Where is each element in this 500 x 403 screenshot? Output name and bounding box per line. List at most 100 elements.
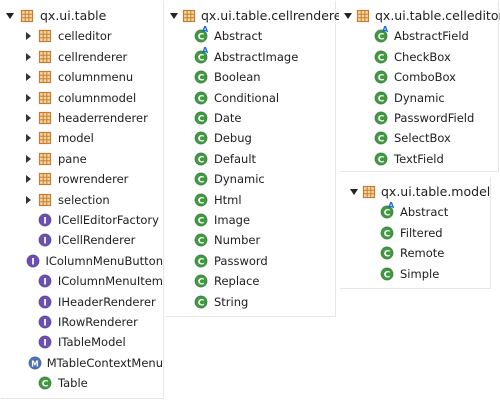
tree-item-icellrenderer[interactable]: I ICellRenderer	[0, 230, 163, 250]
expanded-arrow-icon[interactable]	[4, 10, 16, 22]
interface-icon: I	[37, 334, 53, 350]
tree-item-label: Remote	[400, 246, 445, 261]
class-icon: C	[193, 69, 209, 85]
tree-item-irowrenderer[interactable]: I IRowRenderer	[0, 312, 163, 332]
tree-item-label: Default	[214, 151, 257, 166]
tree-item-icelleditorfactory[interactable]: I ICellEditorFactory	[0, 210, 163, 230]
tree-item-passwordfield[interactable]: C PasswordField	[339, 108, 498, 128]
tree-item-label: Replace	[214, 274, 260, 289]
tree-item-columnmenu[interactable]: columnmenu	[0, 67, 163, 87]
class-icon: C	[373, 49, 389, 65]
tree-item-html[interactable]: C Html	[165, 190, 335, 210]
tree-item-pane[interactable]: pane	[0, 149, 163, 169]
tree-item-iheaderrenderer[interactable]: I IHeaderRenderer	[0, 292, 163, 312]
collapsed-arrow-icon[interactable]	[22, 132, 34, 144]
tree-item-password[interactable]: C Password	[165, 251, 335, 271]
collapsed-arrow-icon[interactable]	[22, 51, 34, 63]
abstract-class-icon: CA	[379, 202, 395, 220]
abstract-class-icon: CA	[193, 26, 209, 44]
tree-item-headerrenderer[interactable]: headerrenderer	[0, 108, 163, 128]
svg-text:C: C	[384, 249, 391, 259]
tree-item-abstractimage[interactable]: C A AbstractImage	[165, 46, 335, 67]
tree-item-abstractfield[interactable]: C A AbstractField	[339, 26, 498, 46]
tree-item-label: selection	[58, 192, 110, 207]
tree-item-rowrenderer[interactable]: rowrenderer	[0, 169, 163, 189]
tree-item-remote[interactable]: C Remote	[339, 243, 490, 263]
svg-text:C: C	[198, 277, 205, 287]
tree-item-celleditor[interactable]: celleditor	[0, 26, 163, 46]
tree-item-columnmodel[interactable]: columnmodel	[0, 88, 163, 108]
tree-item-string[interactable]: C String	[165, 292, 335, 312]
tree-header-row[interactable]: qx.ui.table.celleditor	[339, 6, 500, 26]
tree-item-label: pane	[58, 151, 87, 166]
tree-item-abstract[interactable]: C A Abstract	[339, 202, 490, 222]
tree-item-filtered[interactable]: C Filtered	[339, 223, 490, 243]
class-icon: C	[379, 245, 395, 261]
class-icon: C	[193, 171, 209, 187]
tree-item-selectbox[interactable]: C SelectBox	[339, 128, 498, 148]
collapsed-arrow-icon[interactable]	[22, 92, 34, 104]
tree-item-model[interactable]: model	[0, 128, 163, 148]
tree-item-mtablecontextmenu[interactable]: M MTableContextMenu	[0, 353, 163, 373]
package-icon	[37, 90, 53, 106]
tree-item-boolean[interactable]: C Boolean	[165, 67, 335, 87]
tree-item-selection[interactable]: selection	[0, 190, 163, 210]
tree-item-label: ComboBox	[394, 70, 456, 85]
tree-header-row[interactable]: qx.ui.table.cellrenderer	[165, 6, 347, 26]
package-icon	[37, 171, 53, 187]
tree-item-label: model	[58, 131, 94, 146]
tree-item-default[interactable]: C Default	[165, 149, 335, 169]
tree-item-debug[interactable]: C Debug	[165, 128, 335, 148]
tree-item-combobox[interactable]: C ComboBox	[339, 67, 498, 87]
tree-item-image[interactable]: C Image	[165, 210, 335, 230]
expanded-arrow-icon[interactable]	[343, 10, 353, 22]
tree-item-dynamic[interactable]: C Dynamic	[339, 88, 498, 108]
svg-text:C: C	[198, 216, 205, 226]
tree-item-label: TextField	[394, 151, 444, 166]
tree-item-checkbox[interactable]: C CheckBox	[339, 47, 498, 67]
expanded-arrow-icon[interactable]	[349, 186, 359, 198]
svg-text:I: I	[43, 237, 46, 247]
svg-text:I: I	[43, 277, 46, 287]
class-icon: C	[379, 266, 395, 282]
svg-text:M: M	[31, 359, 38, 368]
tree-header-row[interactable]: qx.ui.table.model	[339, 182, 490, 202]
svg-text:C: C	[198, 135, 205, 145]
tree-item-replace[interactable]: C Replace	[165, 271, 335, 291]
collapsed-arrow-icon[interactable]	[22, 71, 34, 83]
interface-icon: I	[26, 253, 41, 269]
collapsed-arrow-icon[interactable]	[22, 194, 34, 206]
tree-item-dynamic[interactable]: C Dynamic	[165, 169, 335, 189]
tree-item-label: CheckBox	[394, 49, 451, 64]
collapsed-arrow-icon[interactable]	[22, 112, 34, 124]
tree-item-label: AbstractField	[394, 29, 469, 44]
tree-item-table[interactable]: C Table	[0, 373, 163, 393]
tree-item-simple[interactable]: C Simple	[339, 264, 490, 284]
tree-item-label: headerrenderer	[58, 111, 148, 125]
collapsed-arrow-icon[interactable]	[22, 30, 34, 42]
tree-item-itablemodel[interactable]: I ITableModel	[0, 332, 163, 352]
collapsed-arrow-icon[interactable]	[22, 153, 34, 165]
svg-text:I: I	[43, 339, 46, 349]
tree-header-row[interactable]: qx.ui.table	[0, 6, 163, 26]
abstract-class-icon: CA	[193, 46, 209, 65]
tree-item-textfield[interactable]: C TextField	[339, 149, 498, 169]
expanded-arrow-icon[interactable]	[169, 10, 179, 22]
class-icon: C	[37, 375, 53, 391]
tree-item-label: Password	[214, 253, 268, 268]
tree-item-icolumnmenubutton[interactable]: I IColumnMenuButton	[0, 251, 163, 271]
tree-item-cellrenderer[interactable]: cellrenderer	[0, 47, 163, 67]
tree-item-conditional[interactable]: C Conditional	[165, 88, 335, 108]
tree-item-label: Abstract	[400, 205, 449, 220]
tree-item-date[interactable]: C Date	[165, 108, 335, 128]
tree-item-number[interactable]: C Number	[165, 230, 335, 250]
class-icon: C	[373, 110, 389, 126]
tree-item-label: Conditional	[214, 90, 280, 105]
class-icon: C	[373, 90, 389, 106]
collapsed-arrow-icon[interactable]	[22, 173, 34, 185]
svg-text:C: C	[384, 229, 391, 239]
interface-icon: I	[37, 212, 53, 228]
tree-item-icolumnmenuitem[interactable]: I IColumnMenuItem	[0, 271, 163, 291]
tree-item-abstract[interactable]: C A Abstract	[165, 26, 335, 46]
